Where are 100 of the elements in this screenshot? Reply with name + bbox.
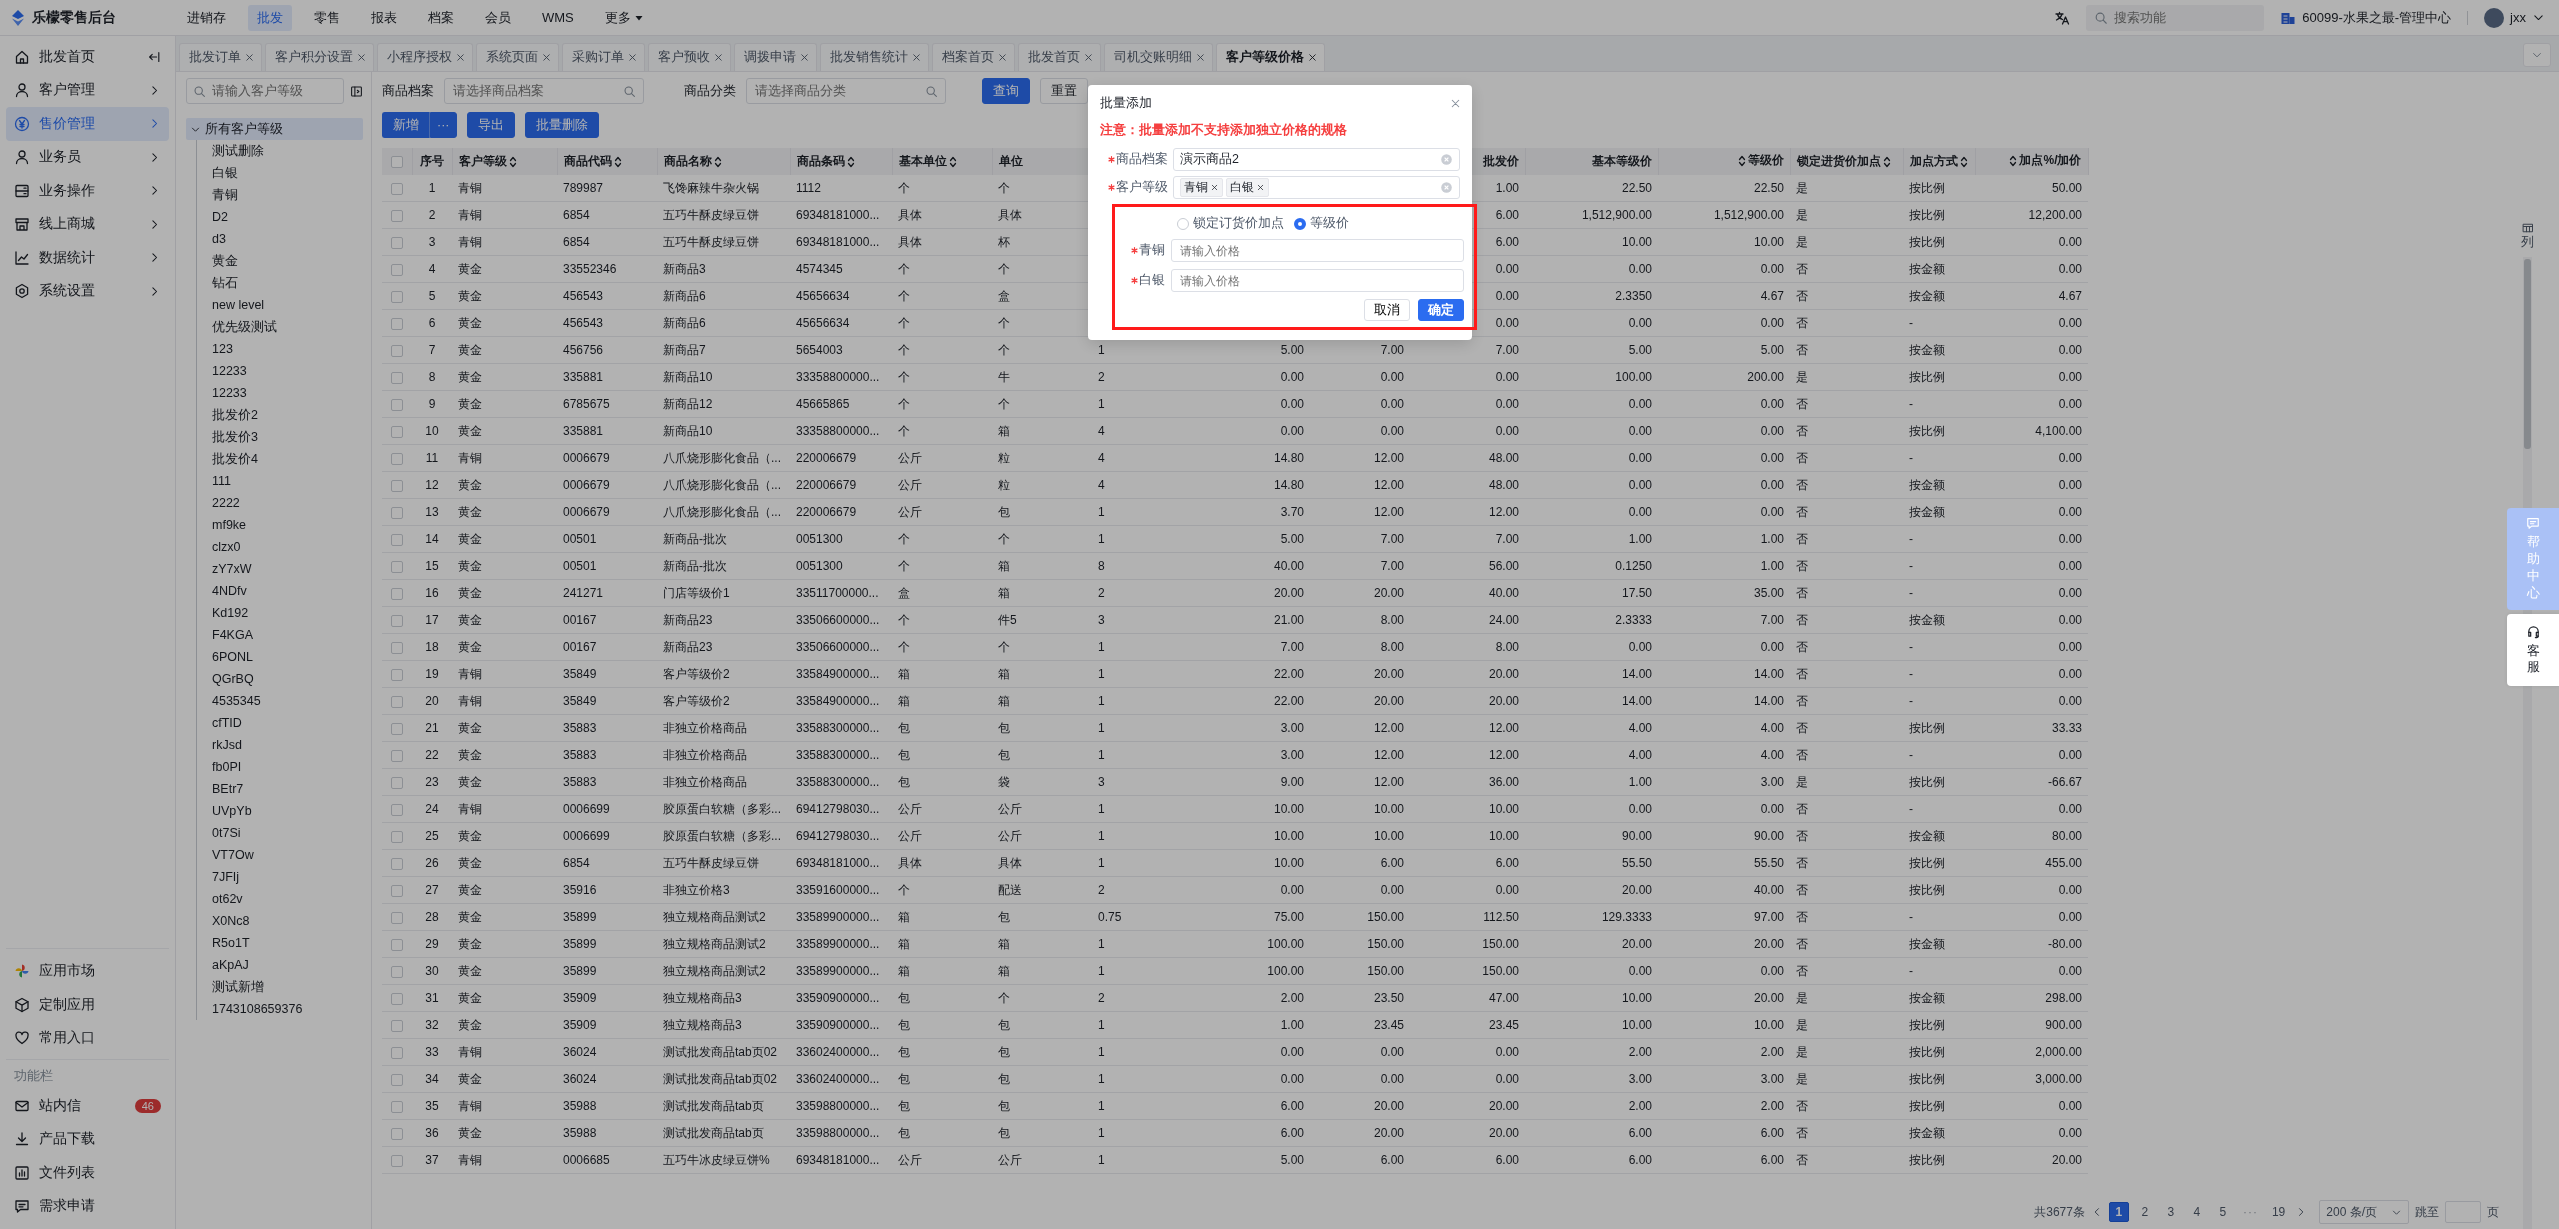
page-number[interactable]: 3	[2160, 1202, 2181, 1222]
sort-icon[interactable]	[846, 154, 855, 169]
tree-item[interactable]: 批发价3	[209, 428, 261, 446]
tree-item[interactable]: 黄金	[209, 252, 241, 270]
row-checkbox[interactable]	[391, 290, 403, 303]
nav-menu-item[interactable]: WMS	[533, 4, 583, 31]
tree-item[interactable]: BEtr7	[209, 782, 247, 796]
row-checkbox[interactable]	[391, 938, 403, 951]
tool-entry[interactable]: 需求申请	[6, 1189, 169, 1223]
radio-option[interactable]: 等级价	[1294, 215, 1349, 232]
row-checkbox[interactable]	[391, 749, 403, 762]
row-checkbox[interactable]	[391, 776, 403, 789]
translate-icon[interactable]	[2054, 9, 2071, 26]
row-checkbox[interactable]	[391, 911, 403, 924]
page-tab[interactable]: 小程序授权	[377, 43, 473, 71]
sort-icon[interactable]	[948, 154, 957, 169]
tree-item[interactable]: 111	[209, 474, 234, 488]
more-button[interactable]: ···	[430, 112, 457, 138]
price-input[interactable]: 请输入价格	[1171, 239, 1464, 262]
tool-entry[interactable]: 站内信 46	[6, 1089, 169, 1123]
avatar[interactable]	[2484, 7, 2505, 28]
sort-icon[interactable]	[2009, 153, 2018, 168]
row-checkbox[interactable]	[391, 857, 403, 870]
row-checkbox[interactable]	[391, 587, 403, 600]
row-checkbox[interactable]	[391, 533, 403, 546]
tree-item[interactable]: R5o1T	[209, 936, 253, 950]
row-checkbox[interactable]	[391, 182, 403, 195]
page-tab[interactable]: 采购订单	[562, 43, 645, 71]
row-checkbox[interactable]	[391, 236, 403, 249]
page-tab[interactable]: 批发首页	[1018, 43, 1101, 71]
tree-item[interactable]: VT7Ow	[209, 848, 257, 862]
panel-toggle-icon[interactable]	[350, 84, 363, 98]
nav-menu-item[interactable]: 档案	[419, 4, 463, 31]
row-checkbox[interactable]	[391, 803, 403, 816]
row-checkbox[interactable]	[391, 1019, 403, 1032]
sort-icon[interactable]	[713, 154, 722, 169]
tree-item[interactable]: 123	[209, 342, 236, 356]
organization-name[interactable]: 60099-水果之最-管理中心	[2302, 8, 2452, 27]
row-checkbox[interactable]	[391, 263, 403, 276]
radio-option[interactable]: 锁定订货价加点	[1177, 215, 1284, 232]
sidebar-item[interactable]: 业务员	[6, 140, 169, 174]
tree-item[interactable]: 白银	[209, 164, 241, 182]
page-tab[interactable]: 档案首页	[932, 43, 1015, 71]
page-number[interactable]: 1	[2108, 1202, 2129, 1222]
tree-item[interactable]: UVpYb	[209, 804, 255, 818]
select-all-checkbox[interactable]	[390, 156, 403, 169]
close-icon[interactable]	[455, 52, 466, 63]
sidebar-item[interactable]: 数据统计	[6, 241, 169, 275]
row-checkbox[interactable]	[391, 965, 403, 978]
row-checkbox[interactable]	[391, 425, 403, 438]
page-tab[interactable]: 客户积分设置	[265, 43, 374, 71]
page-tab[interactable]: 司机交账明细	[1104, 43, 1213, 71]
remove-icon[interactable]	[1256, 183, 1265, 192]
sort-icon[interactable]	[1737, 153, 1746, 168]
page-tab[interactable]: 批发订单	[179, 43, 262, 71]
row-checkbox[interactable]	[391, 344, 403, 357]
toolbar-button[interactable]: 批量删除	[524, 112, 599, 138]
sort-icon[interactable]	[1959, 154, 1968, 169]
toolbar-button[interactable]: 导出	[466, 112, 515, 138]
tag-chip[interactable]: 白银	[1226, 178, 1269, 197]
tree-item[interactable]: zY7xW	[209, 562, 255, 576]
close-icon[interactable]	[799, 52, 810, 63]
filter-button[interactable]: 查询	[982, 78, 1030, 104]
tree-item[interactable]: QGrBQ	[209, 672, 257, 686]
row-checkbox[interactable]	[391, 668, 403, 681]
tool-entry[interactable]: 文件列表	[6, 1156, 169, 1190]
row-checkbox[interactable]	[391, 1100, 403, 1113]
sort-icon[interactable]	[1882, 154, 1891, 169]
tree-item[interactable]: mf9ke	[209, 518, 250, 532]
sidebar-item[interactable]: 线上商城	[6, 207, 169, 241]
close-icon[interactable]	[911, 52, 922, 63]
tree-item[interactable]: 测试新增	[209, 978, 267, 996]
tree-item[interactable]: 4NDfv	[209, 584, 250, 598]
remove-icon[interactable]	[1210, 183, 1219, 192]
tree-item[interactable]: rkJsd	[209, 738, 245, 752]
row-checkbox[interactable]	[391, 371, 403, 384]
page-tab[interactable]: 批发销售统计	[820, 43, 929, 71]
tree-item[interactable]: 优先级测试	[209, 318, 280, 336]
sidebar-item[interactable]: 批发首页	[6, 40, 169, 74]
user-name[interactable]: jxx	[2510, 10, 2526, 25]
tool-entry[interactable]: 产品下载	[6, 1122, 169, 1156]
row-checkbox[interactable]	[391, 695, 403, 708]
tag-chip[interactable]: 青铜	[1180, 178, 1223, 197]
filter-field[interactable]: 请选择商品分类	[746, 78, 946, 104]
close-icon[interactable]	[1195, 52, 1206, 63]
select-field[interactable]: 演示商品2	[1173, 148, 1460, 171]
tree-item[interactable]: fb0PI	[209, 760, 245, 774]
tree-item[interactable]: clzx0	[209, 540, 244, 554]
tree-item[interactable]: 测试删除	[209, 142, 267, 160]
app-entry[interactable]: 定制应用	[6, 988, 169, 1022]
cancel-button[interactable]: 取消	[1364, 299, 1410, 321]
app-entry[interactable]: 应用市场	[6, 954, 169, 988]
page-number[interactable]: 19	[2267, 1202, 2290, 1222]
sidebar-item[interactable]: 系统设置	[6, 274, 169, 308]
close-icon[interactable]	[244, 52, 255, 63]
row-checkbox[interactable]	[391, 452, 403, 465]
page-number[interactable]: 5	[2212, 1202, 2233, 1222]
app-entry[interactable]: 常用入口	[6, 1021, 169, 1055]
tree-item[interactable]: 2222	[209, 496, 243, 510]
row-checkbox[interactable]	[391, 614, 403, 627]
